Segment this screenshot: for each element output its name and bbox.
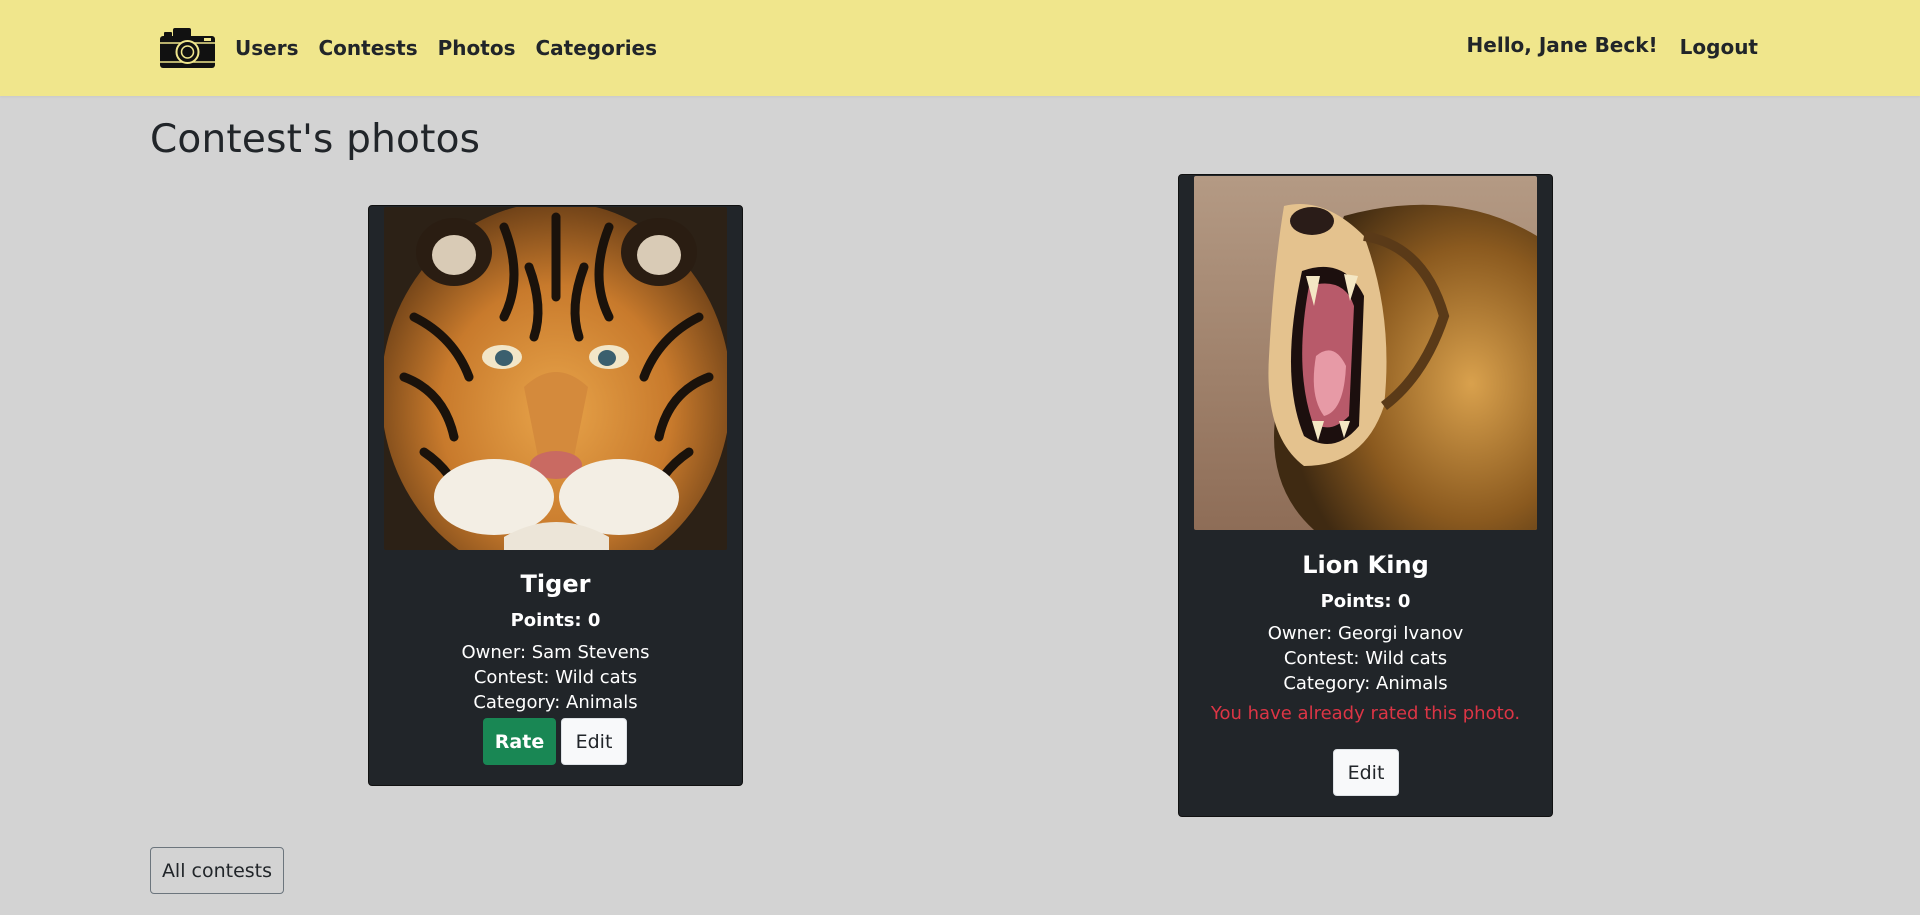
photo-details: Owner: Sam Stevens Contest: Wild cats Ca… [369,640,742,715]
nav-link-photos[interactable]: Photos [438,36,516,60]
photo-owner: Owner: Georgi Ivanov [1267,623,1464,644]
photo-card: Lion King Points: 0 Owner: Georgi Ivanov… [1178,174,1553,817]
all-contests-button[interactable]: All contests [150,847,284,894]
photo-contest: Contest: Wild cats [473,667,638,688]
photo-details: Owner: Georgi Ivanov Contest: Wild cats … [1179,621,1552,696]
rate-button[interactable]: Rate [483,718,556,765]
photo-title: Tiger [520,570,591,598]
already-rated-message: You have already rated this photo. [1210,703,1521,724]
camera-icon[interactable] [159,26,216,70]
photo-points: Points: 0 [510,610,601,631]
logout-link[interactable]: Logout [1680,35,1758,59]
edit-button[interactable]: Edit [1333,749,1399,796]
photo-category: Category: Animals [1283,673,1448,694]
nav-link-contests[interactable]: Contests [318,36,417,60]
lion-photo-image[interactable] [1194,176,1537,530]
edit-button[interactable]: Edit [561,718,627,765]
user-area: Hello, Jane Beck! Logout [1466,33,1758,59]
navbar: Users Contests Photos Categories Hello, … [0,0,1920,96]
photo-title: Lion King [1302,551,1429,579]
main-nav: Users Contests Photos Categories [235,36,657,60]
photo-card: Tiger Points: 0 Owner: Sam Stevens Conte… [368,205,743,786]
photo-owner: Owner: Sam Stevens [461,642,650,663]
page-title: Contest's photos [150,117,481,162]
nav-link-users[interactable]: Users [235,36,298,60]
photo-contest: Contest: Wild cats [1283,648,1448,669]
user-greeting: Hello, Jane Beck! [1466,33,1658,57]
photo-points: Points: 0 [1320,591,1411,612]
photo-category: Category: Animals [473,692,638,713]
tiger-photo-image[interactable] [384,207,727,550]
nav-link-categories[interactable]: Categories [535,36,657,60]
